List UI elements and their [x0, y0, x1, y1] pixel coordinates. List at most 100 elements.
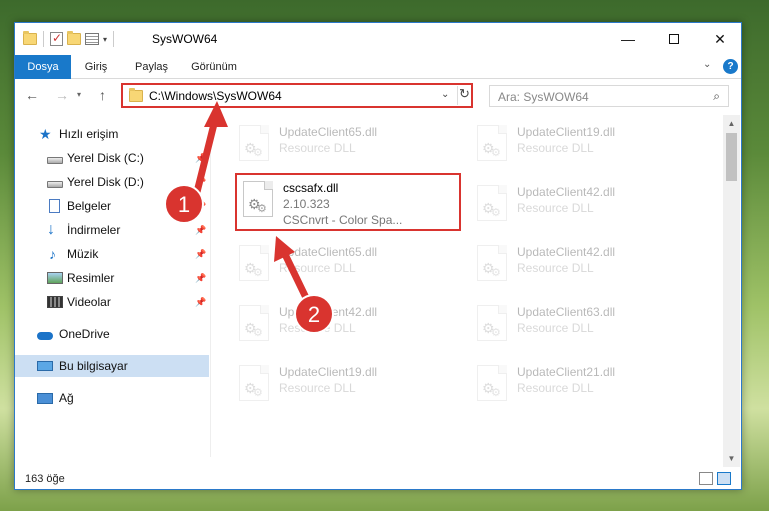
- scroll-up-icon[interactable]: ▲: [723, 115, 740, 132]
- pin-icon[interactable]: 📌: [195, 249, 206, 260]
- pin-icon[interactable]: 📌: [195, 177, 206, 188]
- folder-icon: [23, 31, 37, 45]
- file-description: Resource DLL: [517, 141, 594, 155]
- details-view-icon[interactable]: [699, 472, 713, 485]
- sidebar-item-label: Videolar: [67, 295, 111, 309]
- refresh-icon[interactable]: ↻: [457, 86, 471, 105]
- minimize-button[interactable]: —: [605, 23, 651, 55]
- tab-home[interactable]: Giriş: [81, 55, 111, 79]
- vertical-scrollbar[interactable]: ▲ ▼: [723, 115, 740, 467]
- back-arrow-icon[interactable]: ←: [25, 87, 39, 103]
- close-button[interactable]: ✕: [697, 23, 743, 55]
- sidebar-item-label: Resimler: [67, 271, 115, 285]
- sidebar-item-music[interactable]: ♪ Müzik 📌: [15, 243, 209, 265]
- tab-share[interactable]: Paylaş: [135, 55, 168, 79]
- address-bar[interactable]: C:\Windows\SysWOW64 ⌄ ↻: [121, 83, 473, 108]
- file-description: Resource DLL: [279, 261, 356, 275]
- sidebar-item-label: Müzik: [67, 247, 99, 261]
- file-name: UpdateClient63.dll: [517, 305, 616, 319]
- list-item[interactable]: ⚙ ⚙ UpdateClient19.dll Resource DLL: [231, 359, 451, 413]
- address-dropdown-icon[interactable]: ⌄: [441, 89, 449, 100]
- file-description: Resource DLL: [279, 321, 356, 335]
- file-description: Resource DLL: [517, 201, 594, 215]
- scroll-thumb[interactable]: [726, 133, 737, 181]
- file-name: UpdateClient42.dll: [517, 245, 616, 259]
- tab-file[interactable]: Dosya: [15, 55, 71, 79]
- list-item[interactable]: ⚙ ⚙ UpdateClient65.dll Resource DLL: [231, 119, 451, 173]
- customize-toolbar-icon[interactable]: [85, 33, 99, 45]
- forward-arrow-icon[interactable]: →: [55, 87, 69, 103]
- expand-ribbon-icon[interactable]: ⌄: [703, 59, 711, 70]
- folder-icon: [129, 88, 143, 102]
- file-description: Resource DLL: [279, 141, 356, 155]
- sidebar-item-local-disk-c[interactable]: Yerel Disk (C:) 📌: [15, 147, 209, 169]
- list-item[interactable]: ⚙ ⚙ UpdateClient42.dll Resource DLL: [469, 239, 689, 293]
- chevron-down-icon[interactable]: ▾: [103, 35, 107, 44]
- sidebar-item-this-pc[interactable]: Bu bilgisayar: [15, 355, 209, 377]
- file-name: UpdateClient19.dll: [279, 365, 378, 379]
- large-icons-view-icon[interactable]: [717, 472, 731, 485]
- maximize-button[interactable]: [651, 23, 697, 55]
- sidebar-item-label: Belgeler: [67, 199, 112, 213]
- search-placeholder: Ara: SysWOW64: [498, 90, 589, 104]
- file-name: UpdateClient42.dll: [517, 185, 616, 199]
- list-item[interactable]: ⚙ ⚙ UpdateClient65.dll Resource DLL: [231, 239, 451, 293]
- sidebar-item-documents[interactable]: Belgeler 📌: [15, 195, 209, 217]
- scroll-down-icon[interactable]: ▼: [723, 450, 740, 467]
- sidebar-item-label: İndirmeler: [67, 223, 121, 237]
- file-name: UpdateClient21.dll: [517, 365, 616, 379]
- pin-icon[interactable]: 📌: [195, 225, 206, 236]
- dll-file-icon: ⚙ ⚙: [239, 245, 269, 281]
- new-folder-icon[interactable]: [67, 31, 81, 45]
- sidebar-item-label: OneDrive: [59, 327, 110, 341]
- properties-check-icon[interactable]: [50, 31, 63, 46]
- navigation-bar: ← → ▾ ↑ C:\Windows\SysWOW64 ⌄ ↻ Ara: Sys…: [15, 81, 741, 111]
- quick-access-toolbar: ▾: [23, 31, 116, 47]
- pin-icon[interactable]: 📌: [195, 201, 206, 212]
- file-name: UpdateClient65.dll: [279, 245, 378, 259]
- help-icon[interactable]: ?: [723, 59, 738, 74]
- address-path[interactable]: C:\Windows\SysWOW64: [149, 89, 282, 103]
- computer-icon: [37, 361, 53, 371]
- pin-icon[interactable]: 📌: [195, 273, 206, 284]
- up-arrow-icon[interactable]: ↑: [99, 87, 106, 103]
- sidebar-item-network[interactable]: Ağ: [15, 387, 209, 409]
- sidebar-item-local-disk-d[interactable]: Yerel Disk (D:) 📌: [15, 171, 209, 193]
- recent-locations-icon[interactable]: ▾: [77, 90, 81, 99]
- search-input[interactable]: Ara: SysWOW64 ⌕: [489, 85, 729, 107]
- download-arrow-icon: ↓: [47, 221, 55, 238]
- dll-file-icon: ⚙ ⚙: [477, 365, 507, 401]
- drive-icon: [47, 156, 63, 164]
- search-icon[interactable]: ⌕: [713, 89, 720, 104]
- pin-icon[interactable]: 📌: [195, 297, 206, 308]
- window-title: SysWOW64: [152, 32, 218, 46]
- title-bar: ▾ SysWOW64 — ✕: [15, 23, 741, 55]
- sidebar-item-videos[interactable]: Videolar 📌: [15, 291, 209, 313]
- item-count: 163 öğe: [25, 473, 65, 485]
- cloud-icon: [37, 332, 53, 340]
- sidebar-item-label: Yerel Disk (D:): [67, 175, 144, 189]
- dll-file-icon: ⚙ ⚙: [239, 365, 269, 401]
- file-name: UpdateClient42.dll: [279, 305, 378, 319]
- sidebar-item-quick-access[interactable]: ★ Hızlı erişim: [15, 123, 209, 145]
- document-icon: [49, 199, 60, 213]
- divider: [43, 31, 44, 47]
- list-item[interactable]: ⚙ ⚙ UpdateClient42.dll Resource DLL: [469, 179, 689, 233]
- list-item[interactable]: ⚙ ⚙ UpdateClient42.dll Resource DLL: [231, 299, 451, 353]
- sidebar-item-onedrive[interactable]: OneDrive: [15, 323, 209, 345]
- sidebar-item-label: Yerel Disk (C:): [67, 151, 144, 165]
- pictures-icon: [47, 272, 63, 284]
- list-item[interactable]: ⚙ ⚙ UpdateClient21.dll Resource DLL: [469, 359, 689, 413]
- network-icon: [37, 392, 53, 404]
- list-item[interactable]: ⚙ ⚙ UpdateClient63.dll Resource DLL: [469, 299, 689, 353]
- sidebar-item-downloads[interactable]: ↓ İndirmeler 📌: [15, 219, 209, 241]
- tab-view[interactable]: Görünüm: [191, 55, 237, 79]
- file-description: Resource DLL: [517, 381, 594, 395]
- sidebar-item-pictures[interactable]: Resimler 📌: [15, 267, 209, 289]
- pin-icon[interactable]: 📌: [195, 153, 206, 164]
- file-description: Resource DLL: [279, 381, 356, 395]
- maximize-icon: [669, 34, 679, 44]
- list-item[interactable]: ⚙ ⚙ UpdateClient19.dll Resource DLL: [469, 119, 689, 173]
- file-name: UpdateClient19.dll: [517, 125, 616, 139]
- star-icon: ★: [39, 126, 52, 142]
